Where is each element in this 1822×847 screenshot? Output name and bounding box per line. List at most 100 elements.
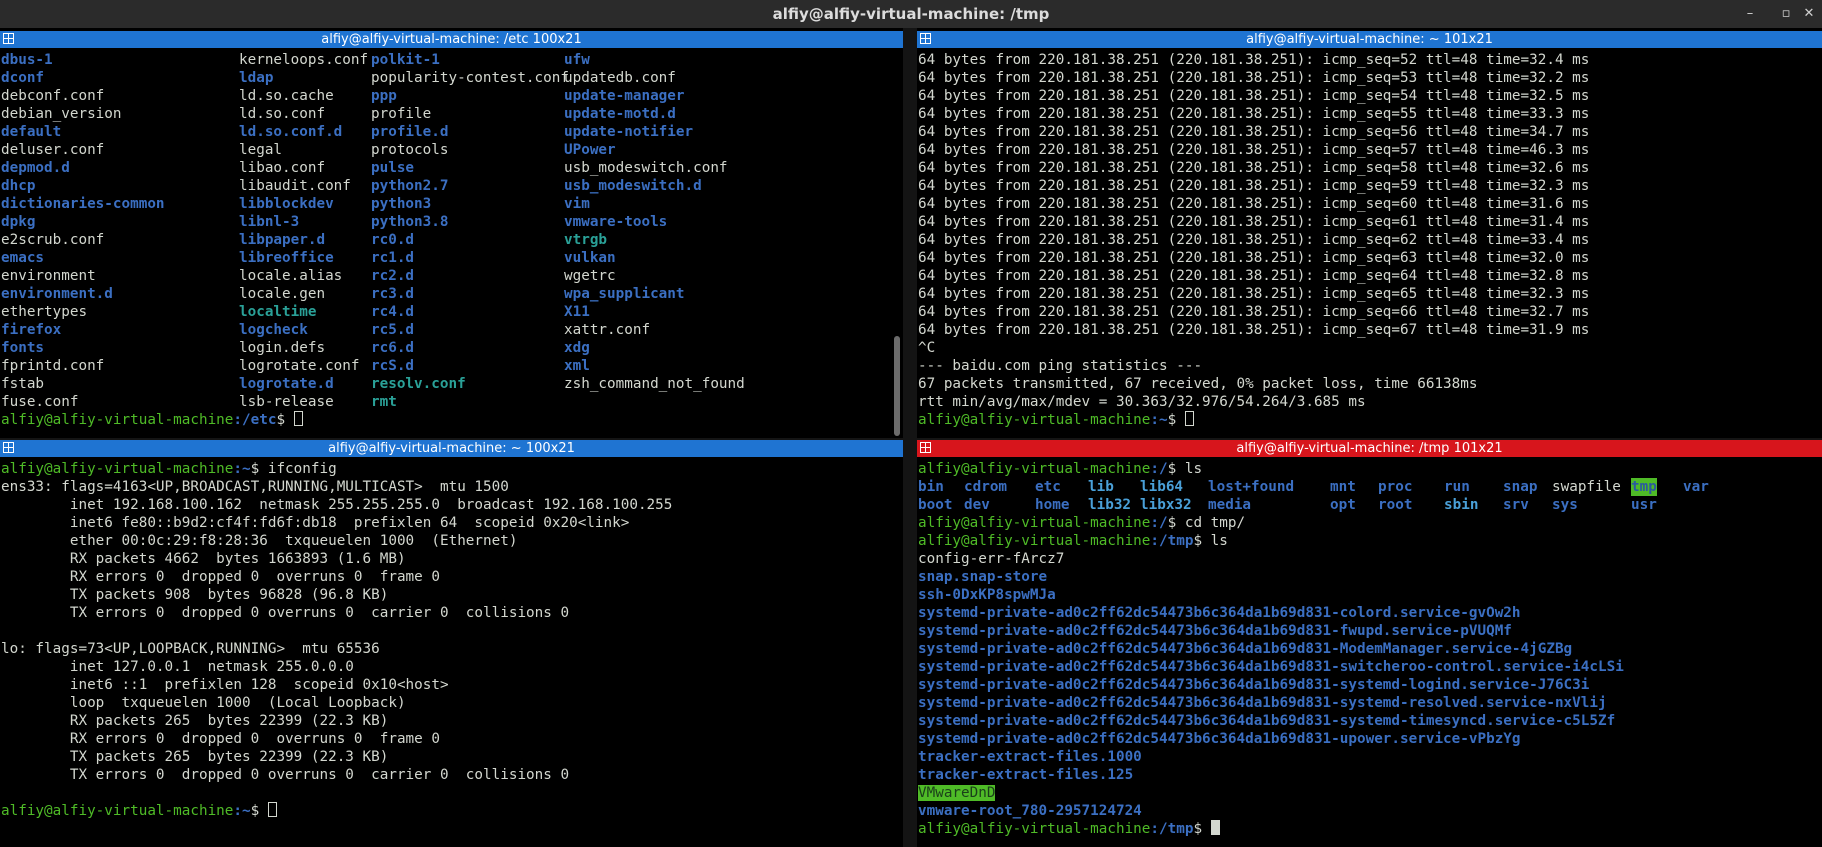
terminal-line: tracker-extract-files.125 — [918, 766, 1810, 784]
ls-entry: ethertypes — [1, 304, 88, 320]
terminal-cursor — [1184, 411, 1194, 426]
prompt-path: :~ — [1150, 412, 1168, 428]
output-line: 64 bytes from 220.181.38.251 (220.181.38… — [918, 52, 1590, 68]
terminal-line: tracker-extract-files.1000 — [918, 748, 1810, 766]
pane-header[interactable]: alfiy@alfiy-virtual-machine: ~ 101x21 — [917, 31, 1822, 48]
terminal-output[interactable]: 64 bytes from 220.181.38.251 (220.181.38… — [918, 51, 1810, 438]
ls-entry: pulse — [371, 160, 415, 176]
terminal-line: RX packets 4662 bytes 1663893 (1.6 MB) — [1, 550, 891, 568]
prompt-path: :~ — [233, 803, 251, 819]
scrollbar[interactable] — [894, 51, 902, 436]
terminal-line: systemd-private-ad0c2ff62dc54473b6c364da… — [918, 730, 1810, 748]
output-line: 64 bytes from 220.181.38.251 (220.181.38… — [918, 232, 1590, 248]
terminal-pane-ping[interactable]: alfiy@alfiy-virtual-machine: ~ 101x21 64… — [917, 31, 1822, 438]
ls-entry: debconf.conf — [1, 88, 105, 104]
ls-entry: fstab — [1, 376, 45, 392]
ls-entry: update-motd.d — [564, 106, 676, 122]
terminal-line: 64 bytes from 220.181.38.251 (220.181.38… — [918, 87, 1810, 105]
terminal-line: depmod.d libao.conf pulse usb_modeswitch.co… — [1, 159, 891, 177]
output-line: TX packets 265 bytes 22399 (22.3 KB) — [1, 749, 389, 765]
output-line: 64 bytes from 220.181.38.251 (220.181.38… — [918, 196, 1590, 212]
output-line: --- baidu.com ping statistics --- — [918, 358, 1203, 374]
prompt-user: alfiy@alfiy-virtual-machine — [918, 533, 1151, 549]
pane-title: alfiy@alfiy-virtual-machine: ~ 101x21 — [1246, 32, 1493, 47]
ls-entry: systemd-private-ad0c2ff62dc54473b6c364da… — [918, 623, 1512, 639]
ls-entry: zsh_command_not_found — [564, 376, 745, 392]
terminal-line: emacs libreoffice rc1.d vulkan — [1, 249, 891, 267]
output-line: rtt min/avg/max/mdev = 30.363/32.976/54.… — [918, 394, 1366, 410]
ls-entry: rc6.d — [371, 340, 415, 356]
terminal-line: alfiy@alfiy-virtual-machine:~$ — [1, 802, 891, 820]
ls-entry: UPower — [564, 142, 616, 158]
prompt-symbol: $ — [1167, 515, 1185, 531]
ls-entry: xdg — [564, 340, 590, 356]
ls-entry: lost+found — [1208, 479, 1295, 495]
command-text: ls — [1210, 533, 1228, 549]
terminal-line: 64 bytes from 220.181.38.251 (220.181.38… — [918, 51, 1810, 69]
prompt-user: alfiy@alfiy-virtual-machine — [918, 821, 1151, 837]
ls-entry: kerneloops.conf — [239, 52, 369, 68]
terminal-pane-etc[interactable]: alfiy@alfiy-virtual-machine: /etc 100x21… — [0, 31, 903, 438]
output-line: 64 bytes from 220.181.38.251 (220.181.38… — [918, 142, 1590, 158]
ls-entry: media — [1208, 497, 1252, 513]
ls-entry: sbin — [1444, 497, 1479, 513]
output-line: RX packets 265 bytes 22399 (22.3 KB) — [1, 713, 389, 729]
prompt-user: alfiy@alfiy-virtual-machine — [918, 515, 1151, 531]
terminal-pane-tmp[interactable]: alfiy@alfiy-virtual-machine: /tmp 101x21… — [917, 440, 1822, 847]
ls-entry: python3 — [371, 196, 432, 212]
ls-entry: usr — [1631, 497, 1657, 513]
pane-title: alfiy@alfiy-virtual-machine: ~ 100x21 — [328, 441, 575, 456]
terminal-line: 64 bytes from 220.181.38.251 (220.181.38… — [918, 69, 1810, 87]
ls-entry: dev — [964, 497, 990, 513]
scrollbar-thumb[interactable] — [894, 336, 900, 436]
output-line: 64 bytes from 220.181.38.251 (220.181.38… — [918, 106, 1590, 122]
terminal-output[interactable]: alfiy@alfiy-virtual-machine:~$ ifconfig e… — [1, 460, 891, 847]
close-button[interactable]: ✕ — [1796, 0, 1822, 28]
ls-entry: profile.d — [371, 124, 449, 140]
terminal-line: ^C — [918, 339, 1810, 357]
ls-entry: ld.so.cache — [239, 88, 334, 104]
output-line: TX errors 0 dropped 0 overruns 0 carrier… — [1, 605, 570, 621]
ls-entry: resolv.conf — [371, 376, 466, 392]
pane-header[interactable]: alfiy@alfiy-virtual-machine: /etc 100x21 — [0, 31, 903, 48]
ls-entry: rcS.d — [371, 358, 415, 374]
pane-header-active[interactable]: alfiy@alfiy-virtual-machine: /tmp 101x21 — [917, 440, 1822, 457]
minimize-button[interactable]: – — [1737, 0, 1763, 28]
prompt-symbol: $ — [1193, 821, 1211, 837]
terminal-line: systemd-private-ad0c2ff62dc54473b6c364da… — [918, 712, 1810, 730]
ls-entry: python3.8 — [371, 214, 449, 230]
terminal-line: TX packets 265 bytes 22399 (22.3 KB) — [1, 748, 891, 766]
ls-entry: lib32 — [1088, 497, 1132, 513]
pane-menu-icon[interactable] — [3, 442, 14, 453]
pane-menu-icon[interactable] — [3, 33, 14, 44]
ls-entry: ld.so.conf.d — [239, 124, 343, 140]
terminal-line: lo: flags=73<UP,LOOPBACK,RUNNING> mtu 65… — [1, 640, 891, 658]
ls-entry: usb_modeswitch.d — [564, 178, 702, 194]
terminal-line: e2scrub.conf libpaper.d rc0.d vtrgb — [1, 231, 891, 249]
output-line: 64 bytes from 220.181.38.251 (220.181.38… — [918, 304, 1590, 320]
ls-entry: polkit-1 — [371, 52, 440, 68]
terminal-line: ens33: flags=4163<UP,BROADCAST,RUNNING,M… — [1, 478, 891, 496]
ls-entry: rc3.d — [371, 286, 415, 302]
terminal-line: --- baidu.com ping statistics --- — [918, 357, 1810, 375]
terminal-line: 64 bytes from 220.181.38.251 (220.181.38… — [918, 105, 1810, 123]
terminal-line: RX errors 0 dropped 0 overruns 0 frame 0 — [1, 730, 891, 748]
pane-header[interactable]: alfiy@alfiy-virtual-machine: ~ 100x21 — [0, 440, 903, 457]
terminal-line: systemd-private-ad0c2ff62dc54473b6c364da… — [918, 658, 1810, 676]
ls-entry: libreoffice — [239, 250, 334, 266]
terminal-pane-ifconfig[interactable]: alfiy@alfiy-virtual-machine: ~ 100x21 al… — [0, 440, 903, 847]
terminal-output[interactable]: alfiy@alfiy-virtual-machine:/$ ls bin cdro… — [918, 460, 1810, 847]
ls-entry: bin — [918, 479, 944, 495]
pane-menu-icon[interactable] — [920, 442, 931, 453]
ls-entry: legal — [239, 142, 283, 158]
terminal-line: alfiy@alfiy-virtual-machine:/tmp$ ls — [918, 532, 1810, 550]
prompt-path: :/tmp — [1150, 533, 1194, 549]
pane-menu-icon[interactable] — [920, 33, 931, 44]
terminal-output[interactable]: dbus-1 kerneloops.conf polkit-1 ufw dconf lda… — [1, 51, 891, 438]
ls-entry: lib64 — [1140, 479, 1184, 495]
terminal-line: RX packets 265 bytes 22399 (22.3 KB) — [1, 712, 891, 730]
prompt-user: alfiy@alfiy-virtual-machine — [1, 461, 234, 477]
terminal-line: snap.snap-store — [918, 568, 1810, 586]
prompt-symbol: $ — [276, 412, 294, 428]
output-line: 64 bytes from 220.181.38.251 (220.181.38… — [918, 286, 1590, 302]
